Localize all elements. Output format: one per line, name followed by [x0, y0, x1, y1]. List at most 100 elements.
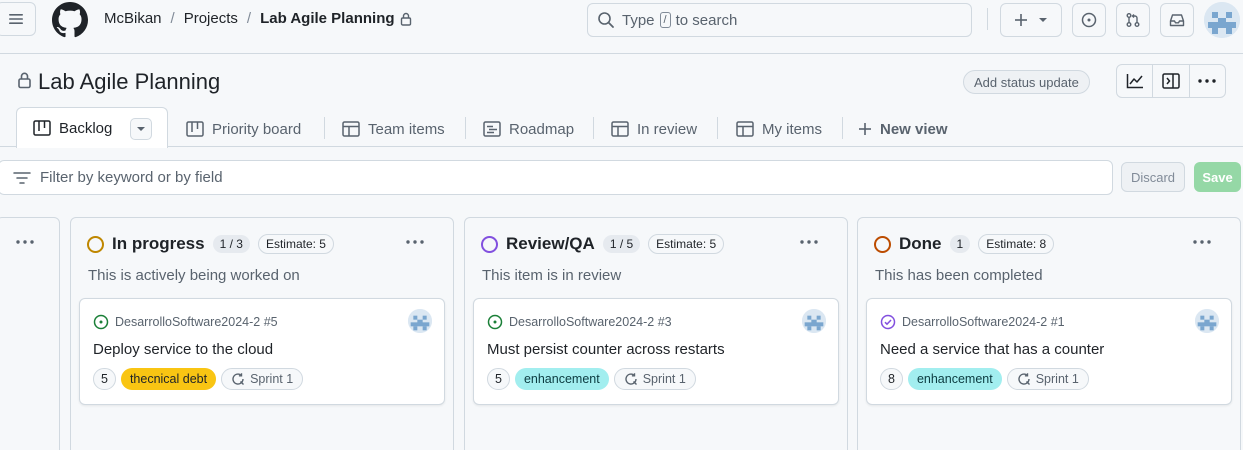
issue-opened-icon — [487, 314, 503, 330]
column-menu-button[interactable] — [11, 232, 39, 252]
lock-icon — [400, 12, 412, 26]
sidebar-expand-icon — [1162, 73, 1180, 89]
estimate-token: 5 — [93, 368, 116, 390]
issue-card[interactable]: DesarrolloSoftware2024-2 #1 Need a servi… — [866, 298, 1232, 405]
breadcrumb-owner[interactable]: McBikan — [104, 10, 162, 27]
hamburger-icon — [9, 14, 23, 24]
search-shortcut-key: / — [659, 12, 671, 28]
assignee-avatar[interactable] — [802, 309, 826, 333]
kebab-horizontal-icon — [16, 240, 34, 244]
label-token[interactable]: thecnical debt — [120, 368, 217, 390]
menu-button[interactable] — [0, 2, 36, 36]
column-estimate: Estimate: 5 — [257, 234, 334, 254]
column-title: Review/QA — [506, 234, 595, 253]
tab-in-review[interactable]: In review — [611, 115, 697, 143]
card-title[interactable]: Deploy service to the cloud — [93, 341, 273, 358]
user-avatar[interactable] — [1204, 2, 1240, 38]
inbox-button[interactable] — [1160, 3, 1194, 37]
roadmap-icon — [483, 121, 501, 137]
status-circle-icon — [481, 235, 498, 253]
column-menu-button[interactable] — [1188, 232, 1216, 252]
github-logo-icon[interactable] — [52, 2, 88, 38]
issue-card[interactable]: DesarrolloSoftware2024-2 #3 Must persist… — [473, 298, 839, 405]
tab-label: My items — [762, 120, 822, 138]
card-repo-label[interactable]: DesarrolloSoftware2024-2 #5 — [115, 315, 278, 329]
column-menu-button[interactable] — [401, 232, 429, 252]
column-description: This item is in review — [482, 267, 622, 284]
assignee-avatar[interactable] — [408, 309, 432, 333]
lock-icon — [17, 69, 32, 95]
tab-divider — [465, 117, 466, 139]
board-column-review-qa: Review/QA 1 / 5 Estimate: 5 This item is… — [464, 217, 848, 450]
filter-input[interactable]: Filter by keyword or by field — [0, 160, 1113, 195]
tab-label: Priority board — [212, 120, 302, 138]
iteration-label: Sprint 1 — [642, 372, 686, 386]
iteration-token: Sprint 1 — [221, 368, 304, 390]
search-prefix: Type — [622, 11, 655, 29]
breadcrumb-projects[interactable]: Projects — [184, 10, 238, 27]
tab-label: Roadmap — [509, 120, 575, 138]
create-new-button[interactable] — [1000, 3, 1062, 37]
card-title[interactable]: Must persist counter across restarts — [487, 341, 725, 358]
column-header: Review/QA 1 / 5 Estimate: 5 — [481, 234, 725, 254]
issues-button[interactable] — [1072, 3, 1106, 37]
issue-closed-icon — [880, 314, 896, 330]
tab-label: Team items — [368, 120, 445, 138]
tab-priority-board[interactable]: Priority board — [186, 115, 301, 143]
discard-button[interactable]: Discard — [1121, 162, 1185, 192]
kebab-horizontal-icon — [406, 240, 424, 244]
card-fields: 8 enhancement Sprint 1 — [880, 368, 1089, 390]
global-header: McBikan / Projects / Lab Agile Planning … — [0, 0, 1243, 54]
tab-roadmap[interactable]: Roadmap — [483, 115, 574, 143]
column-title: In progress — [112, 234, 205, 253]
graph-icon — [1126, 74, 1143, 89]
iteration-token: Sprint 1 — [1006, 368, 1089, 390]
view-options-button[interactable] — [130, 118, 152, 140]
new-view-button[interactable]: New view — [858, 115, 948, 143]
toggle-side-panel-button[interactable] — [1153, 65, 1190, 97]
card-fields: 5 thecnical debt Sprint 1 — [93, 368, 304, 390]
breadcrumb-project[interactable]: Lab Agile Planning — [260, 10, 394, 27]
table-icon — [736, 121, 754, 137]
board-icon — [33, 120, 51, 136]
kebab-horizontal-icon — [1193, 240, 1211, 244]
tab-my-items[interactable]: My items — [736, 115, 822, 143]
issue-opened-icon — [1081, 12, 1097, 28]
card-repo-label[interactable]: DesarrolloSoftware2024-2 #1 — [902, 315, 1065, 329]
card-repo-label[interactable]: DesarrolloSoftware2024-2 #3 — [509, 315, 672, 329]
table-icon — [611, 121, 629, 137]
search-input[interactable]: Type / to search — [587, 3, 972, 37]
column-title: Done — [899, 234, 942, 253]
card-title[interactable]: Need a service that has a counter — [880, 341, 1104, 358]
tab-backlog[interactable]: Backlog — [16, 107, 168, 148]
tab-team-items[interactable]: Team items — [342, 115, 445, 143]
column-estimate: Estimate: 5 — [648, 234, 725, 254]
page-title: Lab Agile Planning — [17, 69, 220, 95]
inbox-icon — [1169, 14, 1185, 27]
issue-card[interactable]: DesarrolloSoftware2024-2 #5 Deploy servi… — [79, 298, 445, 405]
kebab-horizontal-icon — [800, 240, 818, 244]
add-status-update-button[interactable]: Add status update — [963, 70, 1090, 94]
board-column-hidden — [0, 217, 60, 450]
assignee-avatar[interactable] — [1195, 309, 1219, 333]
label-token[interactable]: enhancement — [514, 368, 609, 390]
new-view-label: New view — [880, 120, 948, 138]
search-suffix: to search — [675, 11, 738, 29]
tab-divider — [842, 117, 843, 139]
column-menu-button[interactable] — [795, 232, 823, 252]
estimate-token: 8 — [880, 368, 903, 390]
card-repo: DesarrolloSoftware2024-2 #5 — [93, 314, 278, 330]
insights-button[interactable] — [1117, 65, 1154, 97]
caret-down-icon — [1039, 18, 1047, 22]
plus-icon — [1015, 14, 1027, 26]
more-options-button[interactable] — [1190, 65, 1225, 97]
estimate-token: 5 — [487, 368, 510, 390]
label-token[interactable]: enhancement — [907, 368, 1002, 390]
pull-requests-button[interactable] — [1116, 3, 1150, 37]
filter-icon — [13, 171, 31, 184]
git-pull-request-icon — [1126, 13, 1140, 27]
project-title: Lab Agile Planning — [38, 69, 221, 94]
iterations-icon — [232, 373, 245, 385]
save-button[interactable]: Save — [1194, 162, 1241, 192]
column-description: This is actively being worked on — [88, 267, 300, 284]
